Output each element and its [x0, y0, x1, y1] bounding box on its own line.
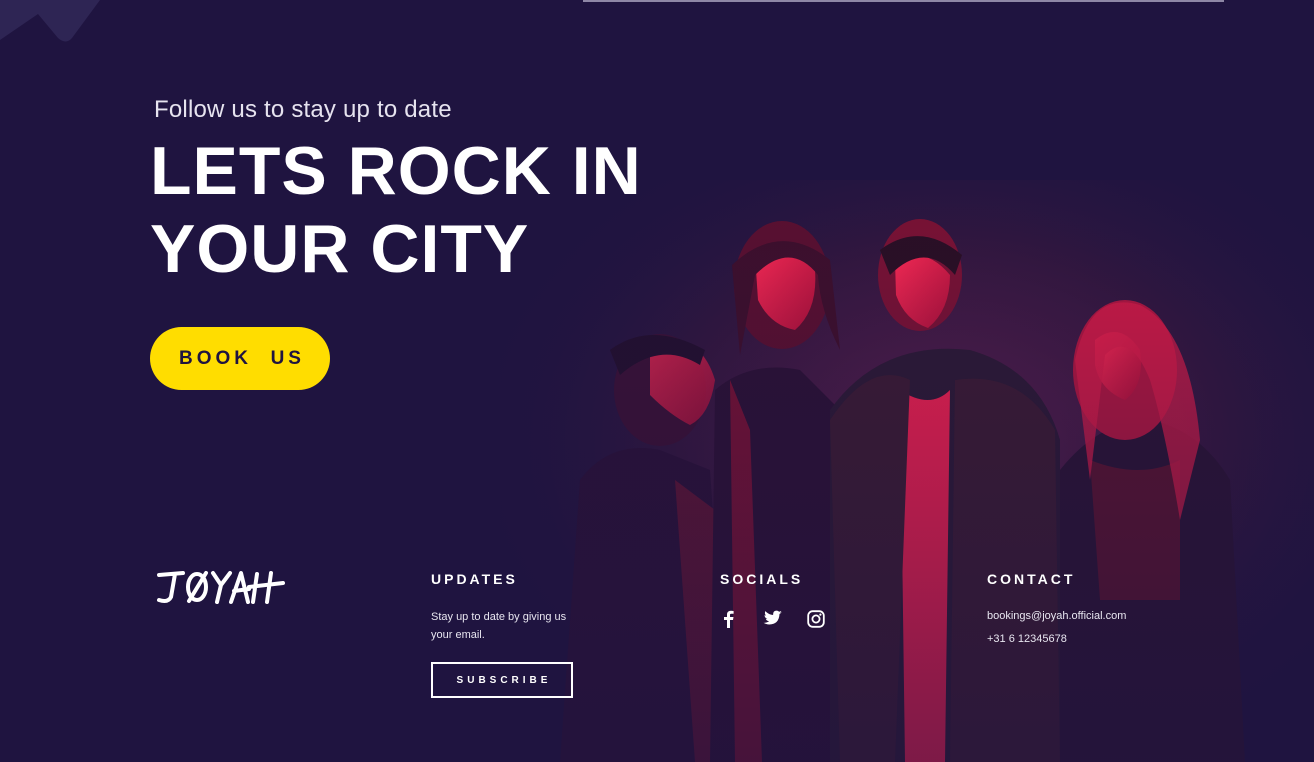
joyah-logo[interactable]	[153, 565, 288, 610]
social-icons-row	[716, 607, 828, 631]
updates-heading: UPDATES	[431, 571, 518, 587]
book-us-button[interactable]: BOOK US	[150, 327, 330, 390]
contact-phone-link[interactable]: +31 6 12345678	[987, 633, 1067, 645]
instagram-icon[interactable]	[804, 607, 828, 631]
hero-title-line-1: LETS ROCK IN	[150, 133, 642, 209]
facebook-icon[interactable]	[716, 607, 740, 631]
landing-page: Follow us to stay up to date LETS ROCK I…	[0, 0, 1314, 762]
twitter-icon[interactable]	[760, 607, 784, 631]
hero-subtitle: Follow us to stay up to date	[154, 96, 452, 123]
subscribe-button[interactable]: SUBSCRIBE	[431, 662, 573, 698]
top-divider-line	[583, 0, 1224, 2]
updates-description: Stay up to date by giving us your email.	[431, 611, 567, 641]
contact-email-link[interactable]: bookings@joyah.official.com	[987, 610, 1126, 622]
hero-title: LETS ROCK IN YOUR CITY	[150, 132, 710, 288]
contact-heading: CONTACT	[987, 571, 1076, 587]
hero-title-line-2: YOUR CITY	[150, 211, 530, 287]
socials-heading: SOCIALS	[720, 571, 804, 587]
corner-decoration	[0, 0, 100, 42]
